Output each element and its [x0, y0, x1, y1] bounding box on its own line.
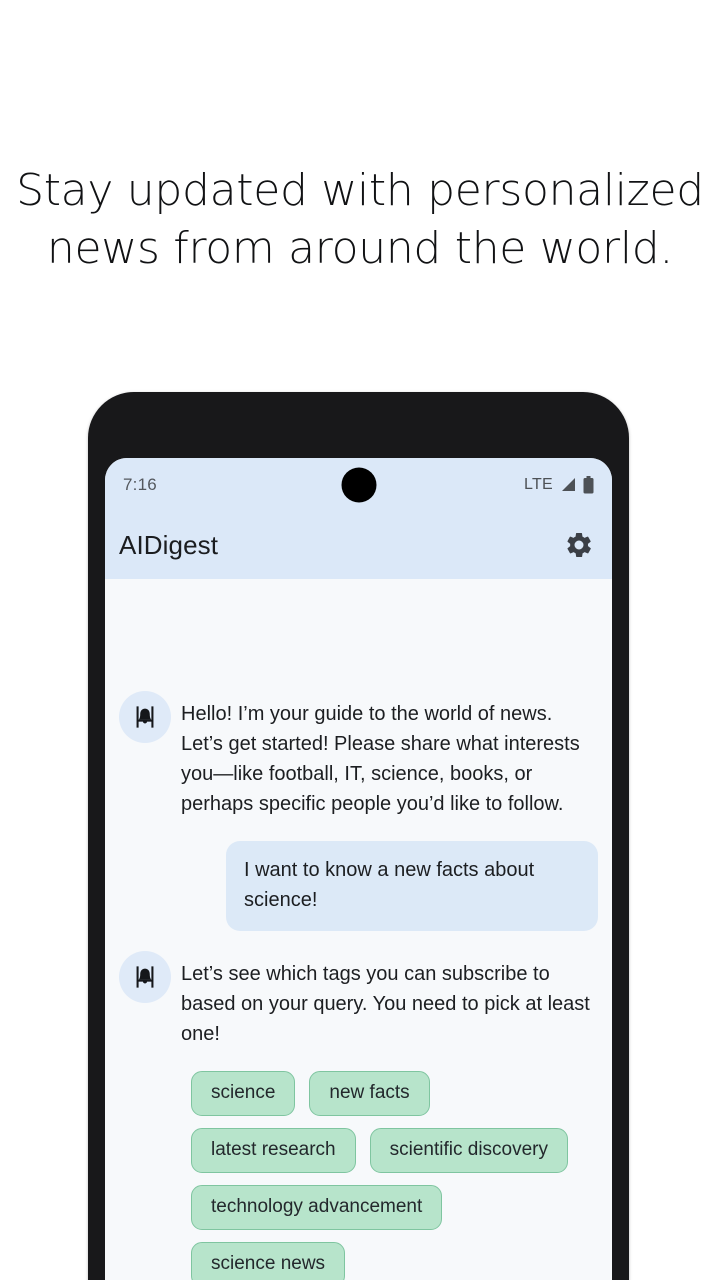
signal-triangle-icon [560, 477, 576, 492]
bot-message-row: Let’s see which tags you can subscribe t… [105, 951, 612, 1049]
page-title: Stay updated with personalized news from… [16, 165, 704, 274]
gear-icon[interactable] [562, 528, 596, 562]
tag-chip-list: science new facts latest research scient… [105, 1071, 612, 1280]
tag-chip[interactable]: science [191, 1071, 296, 1116]
bot-message-text: Hello! I’m your guide to the world of ne… [181, 703, 580, 815]
bot-message-row: Hello! I’m your guide to the world of ne… [105, 691, 612, 819]
status-bar: 7:16 LTE [105, 458, 612, 511]
app-title: AIDigest [119, 529, 219, 560]
user-message-bubble: I want to know a new facts about science… [226, 841, 598, 931]
tag-chip[interactable]: technology advancement [191, 1185, 443, 1230]
chat-message-list: Hello! I’m your guide to the world of ne… [105, 579, 612, 1280]
tag-chip[interactable]: new facts [309, 1071, 430, 1116]
tag-chip[interactable]: scientific discovery [369, 1128, 569, 1173]
battery-full-icon [583, 475, 594, 494]
bell-avatar-icon [119, 691, 171, 743]
status-bar-indicators: LTE [523, 475, 594, 494]
phone-screen: 7:16 LTE AIDigest Hello! I’m your guide … [105, 458, 612, 1280]
user-message-row: I want to know a new facts about science… [105, 841, 612, 931]
tag-chip[interactable]: science news [191, 1242, 346, 1280]
camera-punch-hole [341, 467, 376, 502]
bell-avatar-icon [119, 951, 171, 1003]
bot-message-text: Let’s see which tags you can subscribe t… [181, 963, 590, 1045]
tag-chip[interactable]: latest research [191, 1128, 356, 1173]
app-bar: AIDigest [105, 511, 612, 579]
network-type-label: LTE [523, 475, 553, 493]
promo-screenshot-page: Stay updated with personalized news from… [0, 0, 720, 1280]
status-bar-clock: 7:16 [123, 474, 157, 494]
